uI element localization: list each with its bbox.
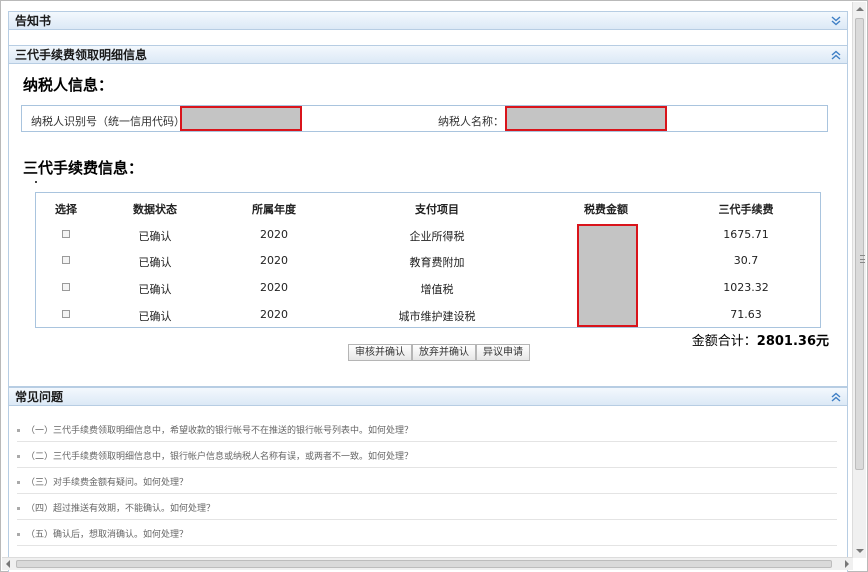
- scroll-up-arrow-icon[interactable]: [856, 7, 864, 11]
- row-fee: 1023.32: [723, 281, 769, 294]
- taxpayer-name-label: 纳税人名称：: [438, 115, 504, 128]
- grip-icon: [860, 255, 865, 263]
- column-header-year: 所属年度: [252, 203, 296, 216]
- column-header-fee: 三代手续费: [718, 203, 774, 216]
- taxpayer-name-redacted-value: [505, 106, 667, 131]
- row-select-checkbox[interactable]: [62, 310, 70, 318]
- row-payment-item: 企业所得税: [409, 230, 465, 243]
- fee-detail-panel-header[interactable]: 三代手续费领取明细信息: [8, 45, 848, 64]
- row-payment-item: 城市维护建设税: [398, 310, 476, 323]
- column-header-select: 选择: [55, 203, 77, 216]
- taxpayer-id-label: 纳税人识别号（统一信用代码）：: [31, 115, 191, 128]
- faq-item[interactable]: （五）确认后，想取消确认。如何处理？: [17, 520, 837, 546]
- row-select-checkbox[interactable]: [62, 283, 70, 291]
- double-chevron-up-icon[interactable]: [831, 50, 841, 60]
- faq-panel: 常见问题 （一）三代手续费领取明细信息中，希望收款的银行帐号不在推送的银行帐号列…: [8, 387, 848, 572]
- row-status: 已确认: [138, 256, 172, 269]
- vertical-scrollbar-thumb[interactable]: [855, 18, 865, 470]
- bullet-icon: [17, 481, 20, 484]
- vertical-scrollbar[interactable]: [852, 2, 866, 558]
- faq-panel-body: （一）三代手续费领取明细信息中，希望收款的银行帐号不在推送的银行帐号列表中。如何…: [8, 406, 848, 572]
- bullet-icon: [17, 455, 20, 458]
- row-status: 已确认: [138, 283, 172, 296]
- bullet-icon: [17, 533, 20, 536]
- faq-item[interactable]: （二）三代手续费领取明细信息中，银行帐户信息或纳税人名称有误，或两者不一致。如何…: [17, 442, 837, 468]
- column-header-tax-amount: 税费金额: [584, 203, 628, 216]
- fee-detail-panel-body: 纳税人信息： 纳税人识别号（统一信用代码）： 纳税人名称： 三代手续费信息： 选…: [8, 64, 848, 387]
- row-status: 已确认: [138, 310, 172, 323]
- row-year: 2020: [260, 281, 288, 294]
- fee-table: 选择 数据状态 所属年度 支付项目 税费金额 三代手续费 已确认 2020 企业…: [35, 192, 821, 328]
- scroll-left-arrow-icon[interactable]: [6, 560, 10, 568]
- fee-detail-panel: 三代手续费领取明细信息 纳税人信息： 纳税人识别号（统一信用代码）： 纳税人名称…: [8, 45, 848, 387]
- double-chevron-down-icon[interactable]: [831, 15, 841, 26]
- faq-panel-header[interactable]: 常见问题: [8, 387, 848, 406]
- row-select-checkbox[interactable]: [62, 230, 70, 238]
- row-fee: 71.63: [730, 308, 762, 321]
- faq-item-text[interactable]: （二）三代手续费领取明细信息中，银行帐户信息或纳税人名称有误，或两者不一致。如何…: [26, 452, 413, 462]
- taxpayer-info-heading: 纳税人信息：: [23, 76, 114, 94]
- taxpayer-info-box: 纳税人识别号（统一信用代码）： 纳税人名称：: [21, 105, 828, 132]
- column-header-payment-item: 支付项目: [415, 203, 459, 216]
- scroll-right-arrow-icon[interactable]: [845, 560, 849, 568]
- reject-confirm-button[interactable]: 放弃并确认: [412, 344, 476, 361]
- dispute-button[interactable]: 异议申请: [476, 344, 530, 361]
- faq-item[interactable]: （四）超过推送有效期，不能确认。如何处理？: [17, 494, 837, 520]
- notice-panel-title: 告知书: [15, 14, 52, 28]
- row-payment-item: 教育费附加: [409, 256, 465, 269]
- fee-detail-panel-title: 三代手续费领取明细信息: [15, 48, 148, 62]
- bullet-icon: [17, 429, 20, 432]
- faq-item-text[interactable]: （三）对手续费金额有疑问。如何处理？: [26, 478, 188, 488]
- bullet-dot: [35, 181, 37, 183]
- approve-confirm-button[interactable]: 审核并确认: [348, 344, 412, 361]
- row-year: 2020: [260, 308, 288, 321]
- faq-item-text[interactable]: （一）三代手续费领取明细信息中，希望收款的银行帐号不在推送的银行帐号列表中。如何…: [26, 426, 413, 436]
- scroll-down-arrow-icon[interactable]: [856, 549, 864, 553]
- row-fee: 1675.71: [723, 228, 769, 241]
- total-amount-value: 2801.36元: [756, 334, 829, 349]
- row-select-checkbox[interactable]: [62, 256, 70, 264]
- row-year: 2020: [260, 254, 288, 267]
- fee-info-heading: 三代手续费信息：: [23, 159, 144, 177]
- column-header-status: 数据状态: [133, 203, 177, 216]
- row-status: 已确认: [138, 230, 172, 243]
- faq-item-text[interactable]: （五）确认后，想取消确认。如何处理？: [26, 530, 188, 540]
- horizontal-scrollbar[interactable]: [2, 557, 853, 570]
- faq-item[interactable]: （三）对手续费金额有疑问。如何处理？: [17, 468, 837, 494]
- browser-frame: 告知书 三代手续费领取明细信息 纳税人信息： 纳税人识别号（统一信用代码）： 纳…: [0, 0, 868, 572]
- tax-amount-redacted-values: [577, 224, 638, 327]
- horizontal-scrollbar-thumb[interactable]: [16, 560, 832, 568]
- notice-panel: 告知书: [8, 11, 848, 47]
- bullet-icon: [17, 507, 20, 510]
- total-amount: 金额合计：2801.36元: [692, 330, 829, 349]
- faq-panel-title: 常见问题: [15, 390, 64, 404]
- row-fee: 30.7: [733, 254, 759, 267]
- total-amount-label: 金额合计：: [691, 334, 757, 349]
- notice-panel-header[interactable]: 告知书: [8, 11, 848, 30]
- faq-item[interactable]: （一）三代手续费领取明细信息中，希望收款的银行帐号不在推送的银行帐号列表中。如何…: [17, 416, 837, 442]
- row-year: 2020: [260, 228, 288, 241]
- row-payment-item: 增值税: [420, 283, 454, 296]
- faq-item-text[interactable]: （四）超过推送有效期，不能确认。如何处理？: [26, 504, 215, 514]
- double-chevron-up-icon[interactable]: [831, 392, 841, 402]
- taxpayer-id-redacted-value: [180, 106, 302, 131]
